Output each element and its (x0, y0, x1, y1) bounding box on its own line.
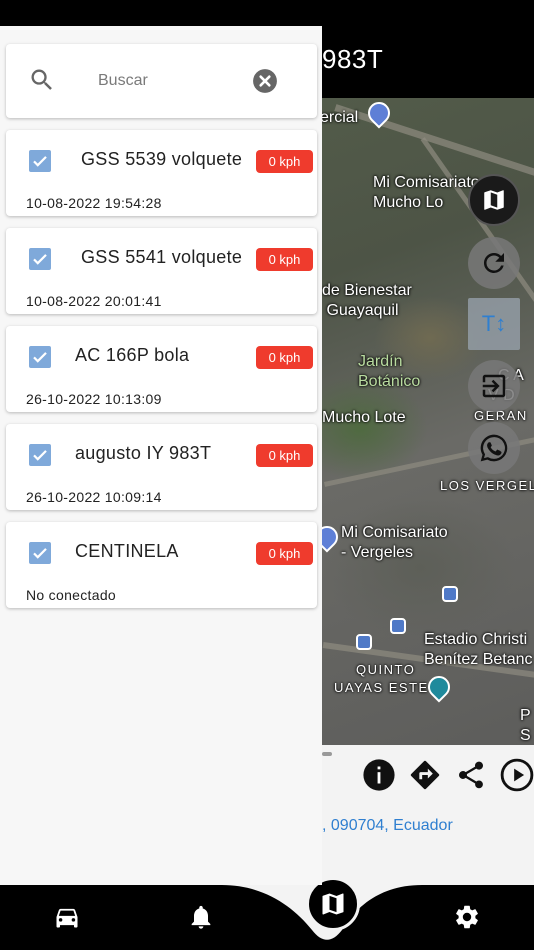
play-route-button[interactable] (500, 758, 534, 792)
search-bar (6, 44, 317, 118)
exit-button[interactable] (468, 360, 520, 412)
bell-icon (191, 905, 211, 929)
gear-icon (456, 905, 478, 929)
exit-icon (482, 374, 506, 398)
map-label: Mi Comisariato - Vergeles (341, 524, 448, 561)
map-label: Estadio Christi Benítez Betanc (424, 631, 533, 668)
units-drawer: GSS 5539 volquete 0 kph 10-08-2022 19:54… (0, 26, 322, 885)
nav-map-button[interactable] (306, 877, 360, 931)
unit-checkbox[interactable] (29, 542, 51, 564)
unit-name: AC 166P bola (75, 345, 190, 365)
info-button[interactable] (362, 758, 396, 792)
share-button[interactable] (454, 758, 488, 792)
speed-badge: 0 kph (256, 346, 313, 369)
unit-last-update: 10-08-2022 19:54:28 (26, 195, 162, 211)
app-title: 983T (322, 44, 384, 74)
sheet-drag-handle[interactable] (322, 752, 332, 756)
unit-card[interactable]: AC 166P bola 0 kph 26-10-2022 10:13:09 (6, 326, 317, 412)
unit-name: GSS 5539 volquete (81, 149, 243, 169)
directions-button[interactable] (408, 758, 442, 792)
map-label: Mi Comisariato Mucho Lo (373, 174, 480, 211)
unit-last-update: 10-08-2022 20:01:41 (26, 293, 162, 309)
map-label: LOS VERGELE (440, 478, 534, 493)
map-type-button[interactable] (468, 174, 520, 226)
check-icon (33, 450, 47, 461)
map-label: P S (520, 707, 531, 744)
unit-checkbox[interactable] (29, 444, 51, 466)
map-label: Mucho Lote (322, 409, 406, 426)
whatsapp-icon (480, 434, 508, 462)
unit-checkbox[interactable] (29, 150, 51, 172)
bus-stop-icon (356, 634, 372, 650)
bus-stop-icon (390, 618, 406, 634)
speed-badge: 0 kph (256, 150, 313, 173)
unit-last-update: 26-10-2022 10:13:09 (26, 391, 162, 407)
map-road (334, 104, 534, 179)
clear-search-icon[interactable] (252, 68, 278, 94)
unit-card[interactable]: GSS 5539 volquete 0 kph 10-08-2022 19:54… (6, 130, 317, 216)
unit-checkbox[interactable] (29, 346, 51, 368)
unit-card[interactable]: CENTINELA 0 kph No conectado (6, 522, 317, 608)
map-label: de Bienestar Guayaquil (322, 282, 412, 319)
unit-name: CENTINELA (75, 541, 179, 561)
play-icon (500, 758, 534, 792)
whatsapp-button[interactable] (468, 422, 520, 474)
check-icon (33, 254, 47, 265)
check-icon (33, 352, 47, 363)
unit-checkbox[interactable] (29, 248, 51, 270)
map-label: Jardín Botánico (358, 353, 421, 390)
directions-icon (410, 760, 440, 790)
sheet-actions (362, 758, 534, 792)
unit-name: augusto IY 983T (75, 443, 212, 463)
nav-settings-button[interactable] (450, 900, 484, 934)
bus-stop-icon (442, 586, 458, 602)
vehicle-address: , 090704, Ecuador (322, 817, 453, 834)
unit-last-update: 26-10-2022 10:09:14 (26, 489, 162, 505)
search-icon (31, 69, 52, 90)
unit-card[interactable]: GSS 5541 volquete 0 kph 10-08-2022 20:01… (6, 228, 317, 314)
map-label: ercial (320, 109, 359, 126)
map-label: UAYAS ESTE (334, 680, 429, 695)
text-size-button[interactable]: T↕ (468, 298, 520, 350)
unit-name: GSS 5541 volquete (81, 247, 243, 267)
speed-badge: 0 kph (256, 248, 313, 271)
refresh-button[interactable] (468, 237, 520, 289)
unit-card[interactable]: augusto IY 983T 0 kph 26-10-2022 10:09:1… (6, 424, 317, 510)
status-bar (0, 0, 534, 26)
speed-badge: 0 kph (256, 542, 313, 565)
text-size-label: T↕ (481, 311, 507, 336)
map-icon (484, 190, 504, 210)
unit-last-update: No conectado (26, 587, 116, 603)
map-icon (322, 893, 344, 915)
check-icon (33, 548, 47, 559)
speed-badge: 0 kph (256, 444, 313, 467)
refresh-icon (483, 252, 504, 273)
nav-vehicles-button[interactable] (50, 900, 84, 934)
map-label: QUINTO (356, 662, 416, 677)
search-input[interactable] (98, 68, 238, 94)
check-icon (33, 156, 47, 167)
info-icon (363, 759, 395, 791)
car-icon (56, 908, 78, 928)
share-icon (458, 761, 483, 789)
nav-notifications-button[interactable] (184, 900, 218, 934)
